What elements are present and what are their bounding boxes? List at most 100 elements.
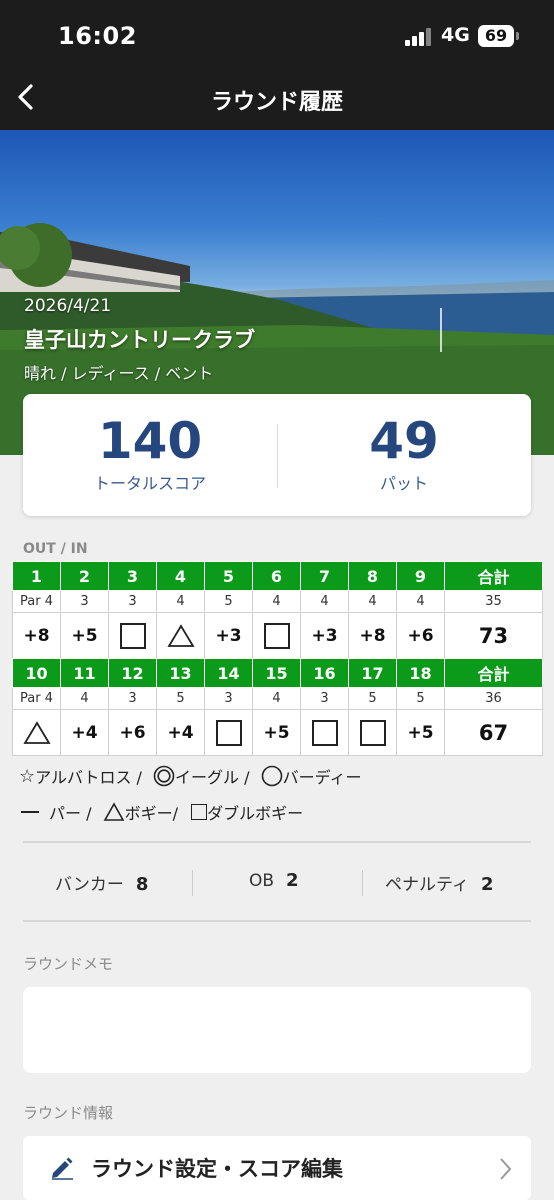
ob-stat: OB 2 <box>249 870 299 891</box>
par-cell: Par 4 <box>12 590 61 613</box>
par-cell: 4 <box>60 687 109 710</box>
score-cell[interactable] <box>348 709 397 756</box>
round-date: 2026/4/21 <box>24 296 112 316</box>
par-cell: 4 <box>348 590 397 613</box>
score-cell[interactable] <box>156 612 205 659</box>
round-stats: バンカー 8 OB 2 ペナルティ 2 <box>23 866 531 900</box>
hole-number-row: 10 11 12 13 14 15 16 17 18 合計 <box>12 658 543 688</box>
memo-label: ラウンドメモ <box>23 955 114 973</box>
circle-icon <box>261 765 282 787</box>
bunker-label: バンカー <box>55 875 124 895</box>
hole-number: 16 <box>300 658 349 688</box>
score-cell[interactable]: +5 <box>396 709 445 756</box>
par-cell: 3 <box>108 687 157 710</box>
hole-number: 6 <box>252 561 301 591</box>
score-cell[interactable]: +3 <box>300 612 349 659</box>
page-title: ラウンド履歴 <box>210 90 343 115</box>
penalty-label: ペナルティ <box>385 875 469 895</box>
score-legend-row-1: ☆アルバトロス / イーグル / バーディー <box>19 764 362 788</box>
par-cell: 5 <box>396 687 445 710</box>
score-cell[interactable]: +5 <box>252 709 301 756</box>
par-cell: 5 <box>348 687 397 710</box>
score-cell[interactable] <box>252 612 301 659</box>
legend-bogey: ボギー/ <box>124 804 178 823</box>
status-time: 16:02 <box>58 22 137 50</box>
score-cell[interactable]: +4 <box>156 709 205 756</box>
score-cell[interactable]: +8 <box>348 612 397 659</box>
network-type: 4G <box>441 24 470 46</box>
bunker-value: 8 <box>135 874 149 895</box>
total-header: 合計 <box>444 561 543 591</box>
chevron-right-icon <box>500 1158 512 1180</box>
score-cell[interactable]: +8 <box>12 612 61 659</box>
score-cell[interactable] <box>108 612 157 659</box>
bogey-triangle-icon <box>166 623 195 647</box>
par-cell: 3 <box>108 590 157 613</box>
par-cell: 4 <box>252 590 301 613</box>
score-row: +4 +6 +4 +5 +5 67 <box>12 709 543 756</box>
dash-icon <box>21 811 39 813</box>
hole-number: 17 <box>348 658 397 688</box>
star-icon: ☆ <box>19 765 36 787</box>
scorecard-out: 1 2 3 4 5 6 7 8 9 合計 Par 4 3 3 4 5 4 4 4 4 35 +8 +5 +3 +3 +8 +6… <box>12 561 543 659</box>
hole-number: 2 <box>60 561 109 591</box>
penalty-stat: ペナルティ 2 <box>385 870 494 895</box>
divider <box>192 870 193 896</box>
hole-number: 18 <box>396 658 445 688</box>
round-settings-edit-label: ラウンド設定・スコア編集 <box>91 1157 343 1181</box>
double-circle-icon <box>153 765 175 787</box>
par-cell: 5 <box>156 687 205 710</box>
divider <box>23 920 531 922</box>
par-cell: 3 <box>300 687 349 710</box>
par-cell: 3 <box>60 590 109 613</box>
legend-double-bogey: ダブルボギー <box>207 804 304 823</box>
hole-number: 10 <box>12 658 61 688</box>
total-header: 合計 <box>444 658 543 688</box>
putts-value: 49 <box>369 412 439 470</box>
divider <box>23 841 531 843</box>
hole-number: 14 <box>204 658 253 688</box>
par-cell: 4 <box>156 590 205 613</box>
par-row: Par 4 3 3 4 5 4 4 4 4 35 <box>12 590 543 613</box>
hole-number: 15 <box>252 658 301 688</box>
legend-birdie: バーディー <box>282 768 362 787</box>
double-bogey-square-icon <box>215 719 242 746</box>
score-cell[interactable]: +3 <box>204 612 253 659</box>
legend-albatross: アルバトロス / <box>35 768 142 787</box>
penalty-value: 2 <box>480 874 494 895</box>
score-cell[interactable]: +4 <box>60 709 109 756</box>
round-conditions: 晴れ / レディース / ベント <box>24 364 214 383</box>
score-summary-card: 140 トータルスコア 49 パット <box>23 394 531 516</box>
hole-number: 4 <box>156 561 205 591</box>
hole-number: 13 <box>156 658 205 688</box>
double-bogey-square-icon <box>311 719 338 746</box>
score-cell[interactable]: +6 <box>396 612 445 659</box>
top-bar: 16:02 4G 69 ラウンド履歴 <box>0 0 554 130</box>
square-icon <box>191 804 208 820</box>
out-in-label: OUT / IN <box>23 541 88 557</box>
score-cell[interactable] <box>12 709 61 756</box>
total-score-value: 140 <box>97 412 203 470</box>
round-memo-box[interactable] <box>23 987 531 1073</box>
score-cell[interactable] <box>204 709 253 756</box>
bunker-stat: バンカー 8 <box>55 870 148 895</box>
pencil-icon <box>52 1157 73 1180</box>
round-settings-edit-button[interactable]: ラウンド設定・スコア編集 <box>23 1136 531 1200</box>
hole-number: 7 <box>300 561 349 591</box>
score-total: 67 <box>444 709 543 756</box>
hole-number: 5 <box>204 561 253 591</box>
score-cell[interactable]: +5 <box>60 612 109 659</box>
score-cell[interactable] <box>300 709 349 756</box>
hole-number: 12 <box>108 658 157 688</box>
legend-par: パー / <box>49 804 92 823</box>
score-cell[interactable]: +6 <box>108 709 157 756</box>
round-info-label: ラウンド情報 <box>23 1104 114 1122</box>
hole-number-row: 1 2 3 4 5 6 7 8 9 合計 <box>12 561 543 591</box>
course-name: 皇子山カントリークラブ <box>24 328 255 352</box>
par-cell: 4 <box>396 590 445 613</box>
double-bogey-square-icon <box>263 622 290 649</box>
hole-number: 3 <box>108 561 157 591</box>
scorecard-in: 10 11 12 13 14 15 16 17 18 合計 Par 4 4 3 5 3 4 3 5 5 36 +4 +… <box>12 658 543 756</box>
putts-block: 49 パット <box>277 412 531 494</box>
status-bar: 16:02 4G 69 <box>0 0 554 70</box>
